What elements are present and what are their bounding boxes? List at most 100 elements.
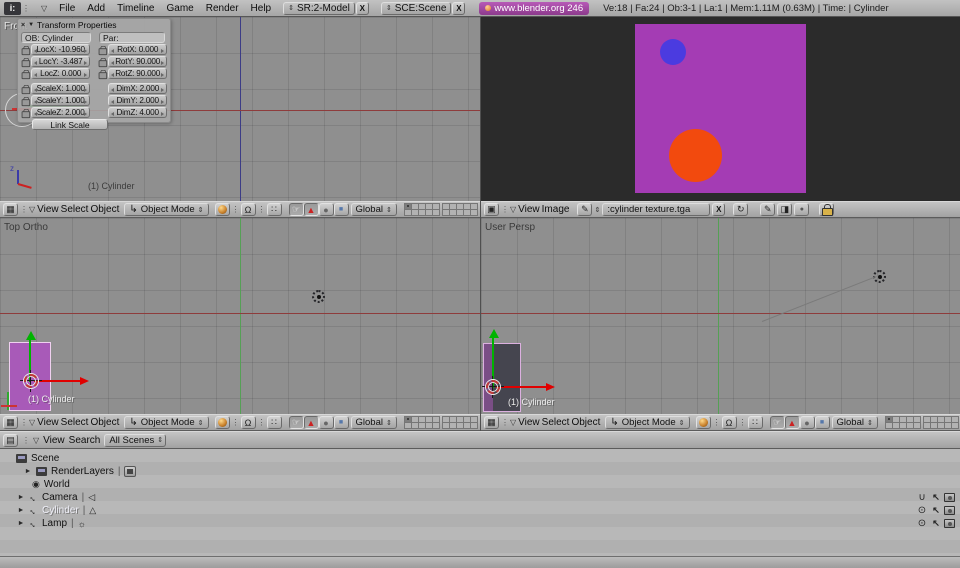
locx-field[interactable]: LocX: -10.960 [31, 44, 90, 55]
menu-render[interactable]: Render [206, 3, 239, 14]
blender-org-link[interactable]: www.blender.org 246 [479, 2, 589, 15]
orientation-dropdown[interactable]: Global ⇕ [351, 416, 397, 429]
manipulator-hand-button[interactable]: ☞ [289, 203, 304, 216]
outliner-row-world[interactable]: ◉ World [0, 478, 960, 491]
menu-object[interactable]: Object [90, 204, 119, 215]
refresh-button[interactable]: ↻ [733, 203, 748, 216]
editor-type-button[interactable]: ▦ [3, 203, 18, 216]
editor-type-button[interactable]: ▦ [484, 416, 499, 429]
lock-rotz-icon[interactable] [99, 69, 106, 78]
expand-arrow-icon[interactable]: ► [17, 494, 25, 501]
menu-object[interactable]: Object [571, 417, 600, 428]
3d-cursor[interactable] [485, 379, 501, 395]
snap-button[interactable]: ∷ [267, 203, 282, 216]
menu-view[interactable]: View [43, 435, 65, 446]
locy-field[interactable]: LocY: -3.487 [31, 56, 90, 67]
header-grip-icon[interactable]: ⋮ [232, 418, 239, 427]
header-grip-icon[interactable]: ⋮ [232, 205, 239, 214]
menu-file[interactable]: File [59, 3, 75, 14]
manipulator-rotate-button[interactable]: ● [319, 416, 334, 429]
header-grip-icon[interactable]: ⋮ [501, 205, 508, 214]
mesh-data-icon[interactable]: △ [89, 505, 96, 516]
menu-collapse-icon[interactable]: ▽ [510, 418, 516, 427]
dimz-field[interactable]: DimZ: 4.000 [108, 107, 167, 118]
scene-filter-dropdown[interactable]: All Scenes ⇕ [104, 434, 166, 447]
green-arrow-head[interactable] [26, 331, 36, 340]
manipulator-scale-button[interactable]: ■ [334, 203, 349, 216]
outliner-row-lamp[interactable]: ► ↔ Lamp | ☼ ⊙ ↖ [0, 517, 960, 530]
lock-scalez-icon[interactable] [22, 108, 29, 117]
transform-properties-panel[interactable]: × ▼ Transform Properties OB: Cylinder Pa… [17, 18, 171, 123]
dimy-field[interactable]: DimY: 2.000 [108, 95, 167, 106]
rotx-field[interactable]: RotX: 0.000 [108, 44, 167, 55]
link-scale-button[interactable]: Link Scale [32, 119, 108, 130]
draw-type-button[interactable] [215, 416, 230, 429]
layer-toggle[interactable] [913, 422, 921, 429]
eye-closed-icon[interactable]: ∪ [916, 492, 928, 503]
menu-view[interactable]: View [518, 417, 540, 428]
outliner-row-scene[interactable]: Scene [0, 452, 960, 465]
menu-add[interactable]: Add [87, 3, 105, 14]
scene-close-button[interactable]: X [452, 2, 465, 15]
mode-dropdown[interactable]: ↳ Object Mode ⇕ [605, 416, 689, 429]
image-close-button[interactable]: X [712, 203, 725, 216]
parent-field[interactable]: Par: [99, 32, 165, 43]
menu-select[interactable]: Select [61, 204, 89, 215]
menu-image[interactable]: Image [542, 204, 570, 215]
lock-button[interactable] [819, 203, 834, 216]
menu-collapse-icon[interactable]: ▽ [29, 418, 35, 427]
expand-arrow-icon[interactable]: ► [17, 520, 25, 527]
header-grip-icon[interactable]: ⋮ [258, 418, 265, 427]
renderable-icon[interactable] [944, 506, 955, 515]
image-name-field[interactable]: :cylinder texture.tga [602, 203, 710, 216]
viewport-top[interactable]: Top Ortho (1) Cylinder [0, 218, 480, 414]
menu-collapse-icon[interactable]: ▽ [33, 436, 39, 445]
draw-type-button[interactable] [696, 416, 711, 429]
scaley-field[interactable]: ScaleY: 1.000 [31, 95, 90, 106]
draw-type-button[interactable] [215, 203, 230, 216]
manipulator-hand-button[interactable]: ☞ [770, 416, 785, 429]
expand-arrow-icon[interactable]: ► [17, 507, 25, 514]
header-grip-icon[interactable]: ⋮ [22, 436, 29, 445]
manipulator-translate-button[interactable]: ▲ [785, 416, 800, 429]
layer-toggle[interactable] [470, 209, 478, 216]
scalex-field[interactable]: ScaleX: 1.000 [31, 83, 90, 94]
selectable-icon[interactable]: ↖ [931, 492, 941, 503]
layer-toggle[interactable] [432, 209, 440, 216]
outliner-row-renderlayers[interactable]: ► RenderLayers | [0, 465, 960, 478]
orientation-dropdown[interactable]: Global ⇕ [351, 203, 397, 216]
pivot-button[interactable]: Ω [241, 203, 256, 216]
lock-locy-icon[interactable] [22, 57, 29, 66]
header-grip-icon[interactable]: ⋮ [713, 418, 720, 427]
renderable-icon[interactable] [944, 519, 955, 528]
header-grip-icon[interactable]: ⋮ [258, 205, 265, 214]
header-grip-icon[interactable]: ⋮ [739, 418, 746, 427]
viewport-divider[interactable] [480, 17, 481, 431]
manipulator-rotate-button[interactable]: ● [800, 416, 815, 429]
manipulator-translate-button[interactable]: ▲ [304, 203, 319, 216]
menu-collapse-icon[interactable]: ▽ [41, 4, 47, 13]
outliner-row-cylinder[interactable]: ► ↔ Cylinder | △ ⊙ ↖ [0, 504, 960, 517]
layer-toggle[interactable] [432, 422, 440, 429]
roty-field[interactable]: RotY: 90.000 [108, 56, 167, 67]
panel-close-icon[interactable]: × [21, 22, 25, 29]
layer-toggle[interactable] [885, 416, 893, 423]
lock-locx-icon[interactable] [22, 45, 29, 54]
menu-game[interactable]: Game [167, 3, 194, 14]
editor-type-button[interactable]: ▣ [484, 203, 499, 216]
blender-logo-icon[interactable]: i: [4, 2, 21, 15]
menu-collapse-icon[interactable]: ▽ [29, 205, 35, 214]
brush-button[interactable]: ✎ [577, 203, 592, 216]
menu-help[interactable]: Help [251, 3, 272, 14]
manipulator-scale-button[interactable]: ■ [815, 416, 830, 429]
panel-header[interactable]: × ▼ Transform Properties [21, 20, 167, 30]
menu-timeline[interactable]: Timeline [117, 3, 154, 14]
snap-button[interactable]: ∷ [267, 416, 282, 429]
scene-selector[interactable]: ⇕ SCE:Scene [381, 2, 452, 15]
header-grip-icon[interactable]: ⋮ [22, 4, 29, 13]
lock-scaley-icon[interactable] [22, 96, 29, 105]
renderable-icon[interactable] [944, 493, 955, 502]
pivot-button[interactable]: Ω [722, 416, 737, 429]
manipulator-hand-button[interactable]: ☞ [289, 416, 304, 429]
menu-view[interactable]: View [37, 204, 59, 215]
